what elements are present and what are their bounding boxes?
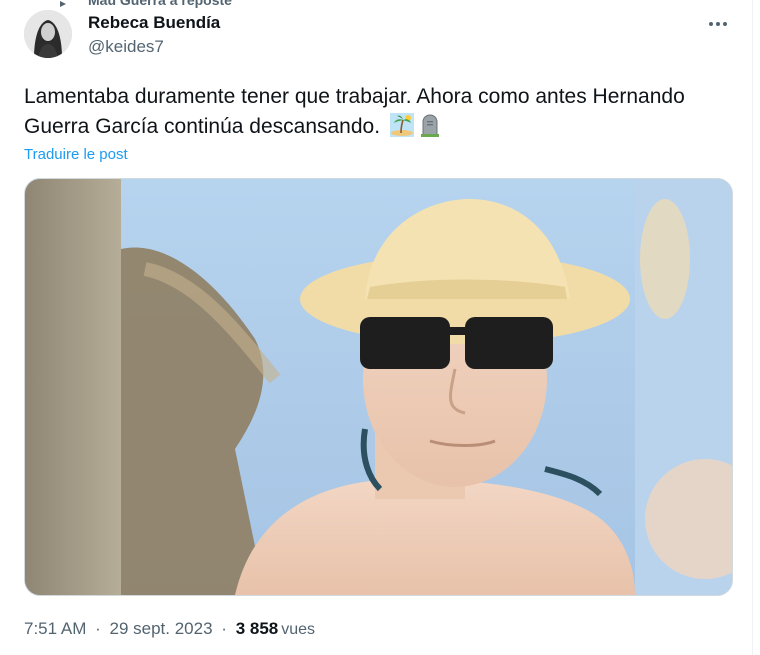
tweet-text-content: Lamentaba duramente tener que trabajar. …	[24, 85, 685, 138]
meta-separator-1: ·	[95, 619, 101, 638]
author-handle[interactable]: @keides7	[88, 37, 164, 57]
media-photo	[25, 179, 732, 595]
avatar-image	[24, 10, 72, 58]
more-dots-icon	[709, 22, 727, 26]
tweet-date[interactable]: 29 sept. 2023	[110, 619, 213, 638]
meta-separator-2: ·	[221, 619, 227, 638]
views-count[interactable]: 3 858	[236, 619, 279, 638]
author-display-name[interactable]: Rebeca Buendía	[88, 13, 220, 33]
tweet-meta: 7:51 AM · 29 sept. 2023 · 3 858 vues	[24, 619, 315, 639]
tweet-card: Mau Guerra a reposté Rebeca Buendía @kei…	[0, 0, 753, 655]
more-options-button[interactable]	[700, 6, 736, 42]
headstone-icon	[420, 114, 439, 137]
tweet-time[interactable]: 7:51 AM	[24, 619, 86, 638]
tweet-media-image[interactable]	[24, 178, 733, 596]
views-label: vues	[281, 621, 316, 638]
island-palm-icon	[389, 113, 414, 137]
avatar[interactable]	[24, 10, 72, 58]
repost-context[interactable]: Mau Guerra a reposté	[60, 0, 232, 8]
repost-context-label: Mau Guerra a reposté	[88, 0, 232, 8]
tweet-text: Lamentaba duramente tener que trabajar. …	[24, 82, 724, 142]
repost-icon	[60, 1, 66, 7]
translate-post-link[interactable]: Traduire le post	[24, 146, 128, 163]
